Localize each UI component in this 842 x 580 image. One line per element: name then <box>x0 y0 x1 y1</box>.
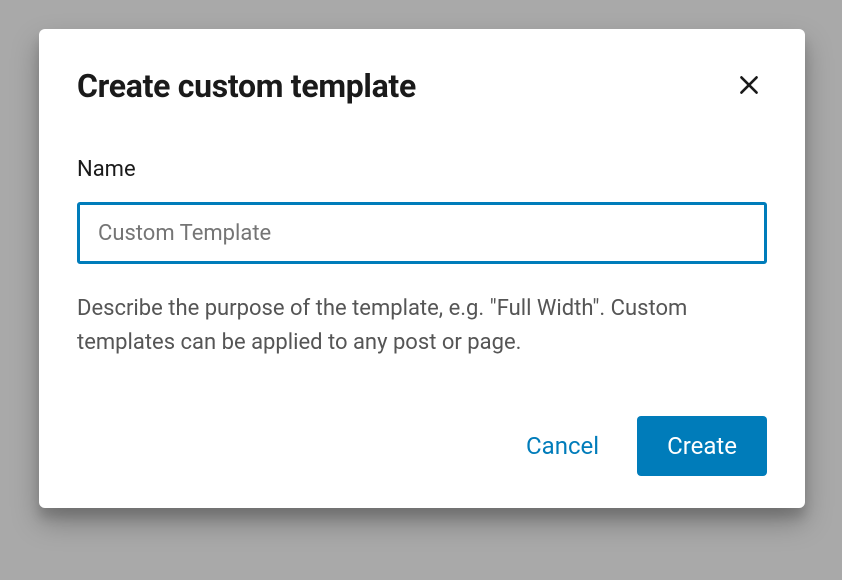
modal-header: Create custom template <box>77 67 767 105</box>
create-button[interactable]: Create <box>637 416 767 476</box>
close-button[interactable] <box>731 68 767 104</box>
modal-title: Create custom template <box>77 67 416 105</box>
cancel-button[interactable]: Cancel <box>516 416 609 476</box>
create-template-modal: Create custom template Name Describe the… <box>39 29 805 508</box>
modal-actions: Cancel Create <box>77 416 767 476</box>
name-label: Name <box>77 157 767 182</box>
help-text: Describe the purpose of the template, e.… <box>77 292 767 360</box>
name-field-row: Name <box>77 157 767 264</box>
close-icon <box>736 72 762 101</box>
name-input[interactable] <box>77 202 767 264</box>
